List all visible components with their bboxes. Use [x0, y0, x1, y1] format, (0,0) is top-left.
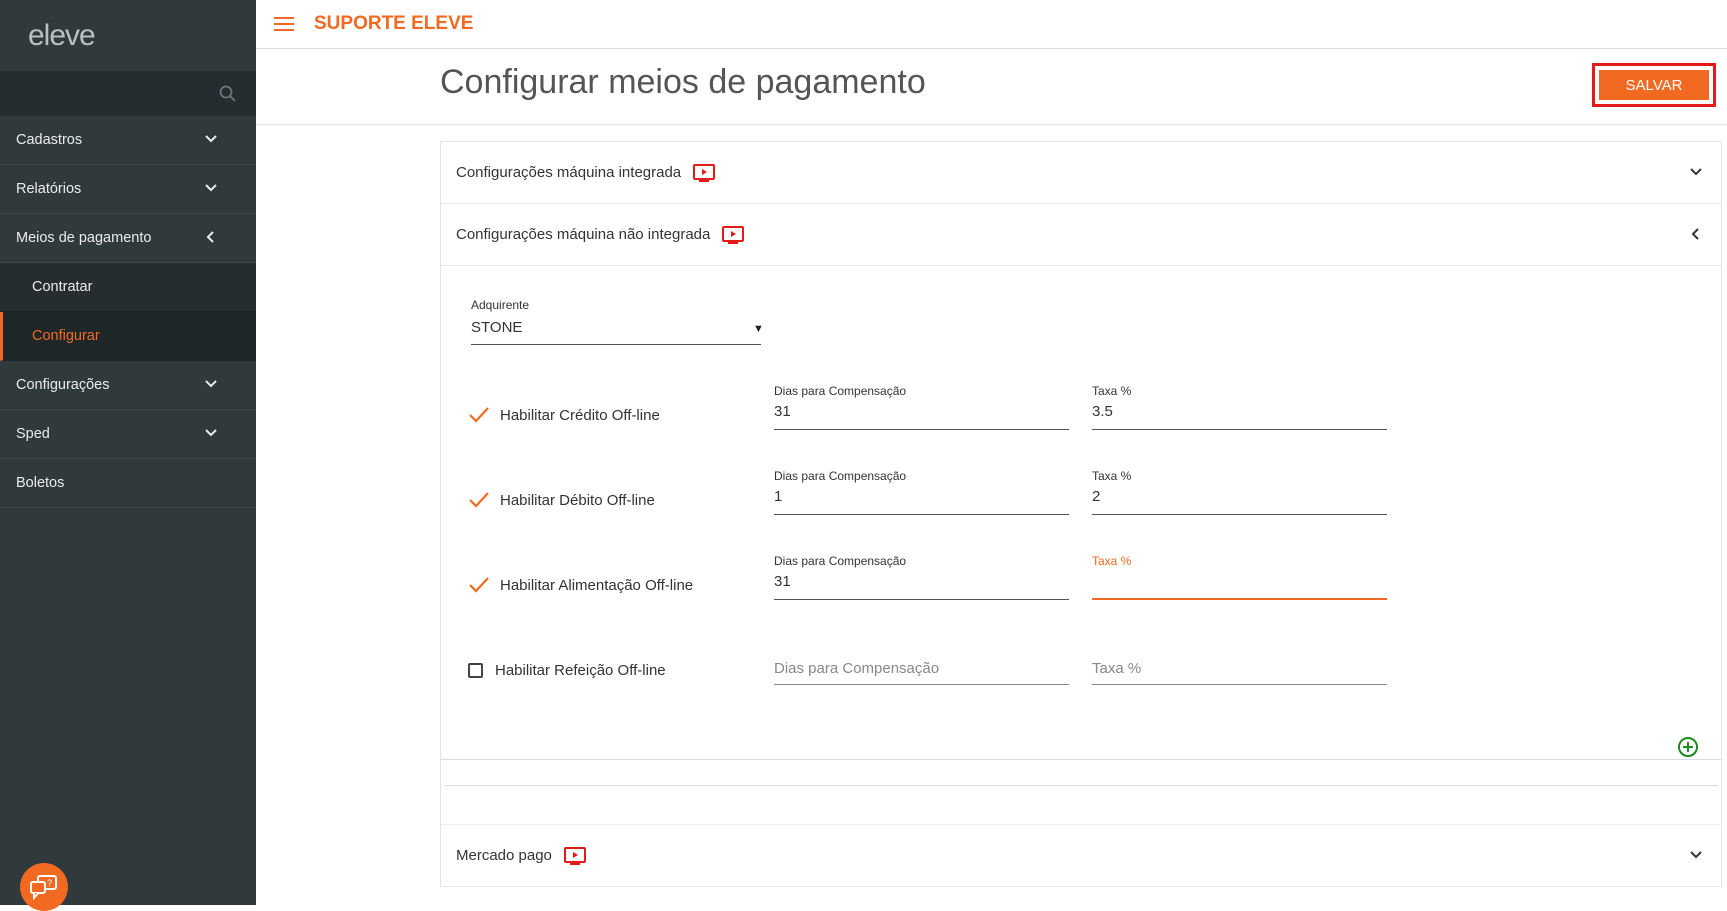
sidebar: eleve Cadastros Relatórios Meios de paga… — [0, 0, 256, 911]
payment-config-card: Configurações máquina integrada Configur… — [440, 141, 1722, 887]
page-title: Configurar meios de pagamento — [440, 63, 926, 101]
field-value: 1 — [774, 488, 783, 505]
video-tutorial-icon[interactable] — [722, 225, 745, 244]
video-tutorial-icon[interactable] — [563, 846, 586, 865]
field-value: 31 — [774, 573, 791, 590]
logo[interactable]: eleve — [0, 0, 256, 71]
credito-offline-checkbox[interactable]: Habilitar Crédito Off-line — [468, 406, 660, 424]
spacer — [441, 786, 1721, 825]
sidebar-search[interactable] — [0, 71, 256, 116]
checkbox-label: Habilitar Alimentação Off-line — [500, 576, 694, 594]
sidebar-item-meios-de-pagamento[interactable]: Meios de pagamento — [0, 214, 256, 263]
logo-text: eleve — [28, 18, 96, 52]
brand-title: SUPORTE ELEVE — [314, 13, 474, 34]
save-button-highlight: SALVAR — [1592, 63, 1716, 107]
sidebar-item-label: Meios de pagamento — [16, 230, 152, 246]
save-button[interactable]: SALVAR — [1599, 70, 1709, 100]
sidebar-item-boletos[interactable]: Boletos — [0, 459, 256, 508]
add-circle-icon[interactable] — [1677, 736, 1699, 758]
top-bar: SUPORTE ELEVE — [256, 0, 1727, 49]
alimentacao-offline-checkbox[interactable]: Habilitar Alimentação Off-line — [468, 576, 693, 594]
field-label: Taxa % — [1092, 469, 1132, 483]
page-header: Configurar meios de pagamento SALVAR — [256, 49, 1727, 125]
field-underline-focused — [1092, 598, 1387, 600]
field-underline — [774, 684, 1069, 685]
field-label: Dias para Compensação — [774, 384, 907, 398]
field-underline — [774, 514, 1069, 515]
chevron-left-icon — [206, 231, 214, 243]
help-chat-button[interactable]: ? — [20, 863, 68, 911]
dropdown-arrow-icon: ▼ — [753, 323, 764, 335]
divider — [444, 760, 1718, 786]
checkbox-label: Habilitar Débito Off-line — [500, 491, 655, 509]
field-value: 31 — [774, 403, 791, 420]
field-placeholder: Dias para Compensação — [774, 660, 940, 677]
panel-title: Mercado pago — [456, 847, 552, 864]
panel-title: Configurações máquina não integrada — [456, 226, 711, 243]
adquirente-label: Adquirente — [471, 298, 530, 312]
chevron-down-icon — [205, 429, 217, 437]
sidebar-item-cadastros[interactable]: Cadastros — [0, 116, 256, 165]
chat-help-icon: ? — [30, 875, 57, 900]
sidebar-item-label: Contratar — [32, 279, 93, 295]
panel-body-nao-integrada: Adquirente STONE ▼ Habilitar Crédito Off… — [441, 266, 1721, 760]
field-label: Dias para Compensação — [774, 554, 907, 568]
chevron-down-icon — [205, 135, 217, 143]
field-underline — [774, 599, 1069, 600]
chevron-down-icon — [205, 184, 217, 192]
chevron-left-icon[interactable] — [1689, 227, 1703, 241]
checkbox-label: Habilitar Crédito Off-line — [500, 406, 660, 424]
sidebar-item-label: Configurar — [32, 328, 100, 344]
sidebar-item-label: Relatórios — [16, 181, 82, 197]
field-underline — [1092, 514, 1387, 515]
sidebar-subitem-contratar[interactable]: Contratar — [0, 263, 256, 312]
search-icon[interactable] — [218, 84, 238, 104]
sidebar-item-label: Boletos — [16, 475, 65, 491]
checkbox-label: Habilitar Refeição Off-line — [495, 662, 666, 679]
sidebar-item-label: Configurações — [16, 377, 110, 393]
field-underline — [1092, 429, 1387, 430]
field-label: Taxa % — [1092, 384, 1132, 398]
video-tutorial-icon[interactable] — [693, 163, 716, 182]
field-placeholder: Taxa % — [1092, 660, 1142, 677]
sidebar-item-label: Sped — [16, 426, 50, 442]
field-label: Taxa % — [1092, 554, 1132, 568]
chevron-down-icon[interactable] — [1689, 848, 1703, 862]
field-label: Dias para Compensação — [774, 469, 907, 483]
sidebar-subitem-configurar[interactable]: Configurar — [0, 312, 256, 361]
adquirente-underline — [471, 344, 761, 345]
panel-maquina-nao-integrada[interactable]: Configurações máquina não integrada — [441, 204, 1721, 266]
sidebar-item-relatorios[interactable]: Relatórios — [0, 165, 256, 214]
debito-offline-checkbox[interactable]: Habilitar Débito Off-line — [468, 491, 655, 509]
sidebar-item-configuracoes[interactable]: Configurações — [0, 361, 256, 410]
svg-text:?: ? — [47, 878, 52, 888]
checkbox-unchecked[interactable] — [468, 663, 483, 678]
panel-title: Configurações máquina integrada — [456, 164, 682, 181]
field-value: 3.5 — [1092, 403, 1113, 420]
refeicao-offline-checkbox[interactable]: Habilitar Refeição Off-line — [468, 662, 666, 679]
checkmark-icon — [469, 577, 489, 593]
checkmark-icon — [469, 407, 489, 423]
sidebar-item-label: Cadastros — [16, 132, 83, 148]
field-value: 2 — [1092, 488, 1101, 505]
checkmark-icon — [469, 492, 489, 508]
chevron-down-icon — [205, 380, 217, 388]
adquirente-value: STONE — [471, 319, 523, 336]
chevron-down-icon[interactable] — [1689, 165, 1703, 179]
field-underline — [774, 429, 1069, 430]
sidebar-item-sped[interactable]: Sped — [0, 410, 256, 459]
panel-maquina-integrada[interactable]: Configurações máquina integrada — [441, 142, 1721, 204]
field-underline — [1092, 684, 1387, 685]
panel-mercado-pago[interactable]: Mercado pago — [441, 825, 1721, 887]
hamburger-menu-icon[interactable] — [274, 16, 296, 32]
